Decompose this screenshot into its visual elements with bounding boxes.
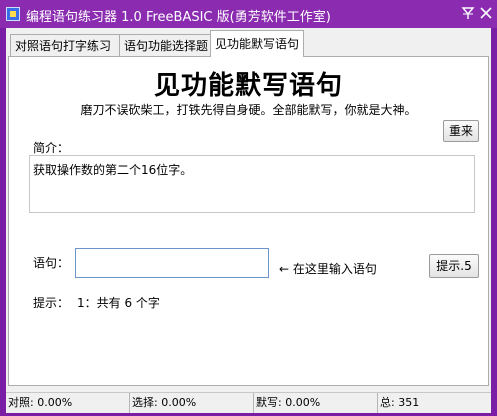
window-title: 编程语句练习器 1.0 FreeBASIC 版(勇芳软件工作室) — [26, 10, 331, 25]
status-contrast: 对照: 0.00% — [6, 393, 130, 413]
title-bar: 编程语句练习器 1.0 FreeBASIC 版(勇芳软件工作室) — [0, 0, 497, 28]
pin-icon[interactable] — [460, 5, 476, 21]
restart-button[interactable]: 重来 — [443, 120, 479, 142]
status-bar: 对照: 0.00% 选择: 0.00% 默写: 0.00% 总: 351 — [6, 392, 491, 413]
statement-input[interactable] — [75, 248, 269, 278]
tip-label: 提示： — [33, 296, 70, 310]
status-choice: 选择: 0.00% — [130, 393, 254, 413]
page-title: 见功能默写语句 — [153, 71, 343, 101]
tab-dictation[interactable]: 见功能默写语句 — [210, 30, 304, 57]
input-hint: ← 在这里输入语句 — [279, 262, 377, 276]
tab-typing-practice[interactable]: 对照语句打字练习 — [10, 34, 120, 56]
dictation-panel: 见功能默写语句 磨刀不误砍柴工，打铁先得自身硬。全部能默写，你就是大神。 重来 … — [8, 56, 489, 386]
tip-text: 1：共有 6 个字 — [77, 296, 160, 310]
tab-choice-questions[interactable]: 语句功能选择题 — [119, 34, 212, 56]
app-icon — [6, 7, 20, 21]
page-subtitle: 磨刀不误砍柴工，打铁先得自身硬。全部能默写，你就是大神。 — [80, 103, 417, 117]
hint-button[interactable]: 提示.5 — [429, 254, 479, 278]
statement-label: 语句： — [33, 256, 70, 270]
status-dictation: 默写: 0.00% — [254, 393, 378, 413]
close-icon[interactable] — [478, 5, 494, 21]
window-client: 对照语句打字练习 语句功能选择题 见功能默写语句 见功能默写语句 磨刀不误砍柴工… — [6, 28, 491, 413]
description-box: 获取操作数的第二个16位字。 — [29, 155, 475, 213]
intro-label: 简介： — [33, 141, 70, 155]
status-total: 总: 351 — [380, 396, 420, 409]
